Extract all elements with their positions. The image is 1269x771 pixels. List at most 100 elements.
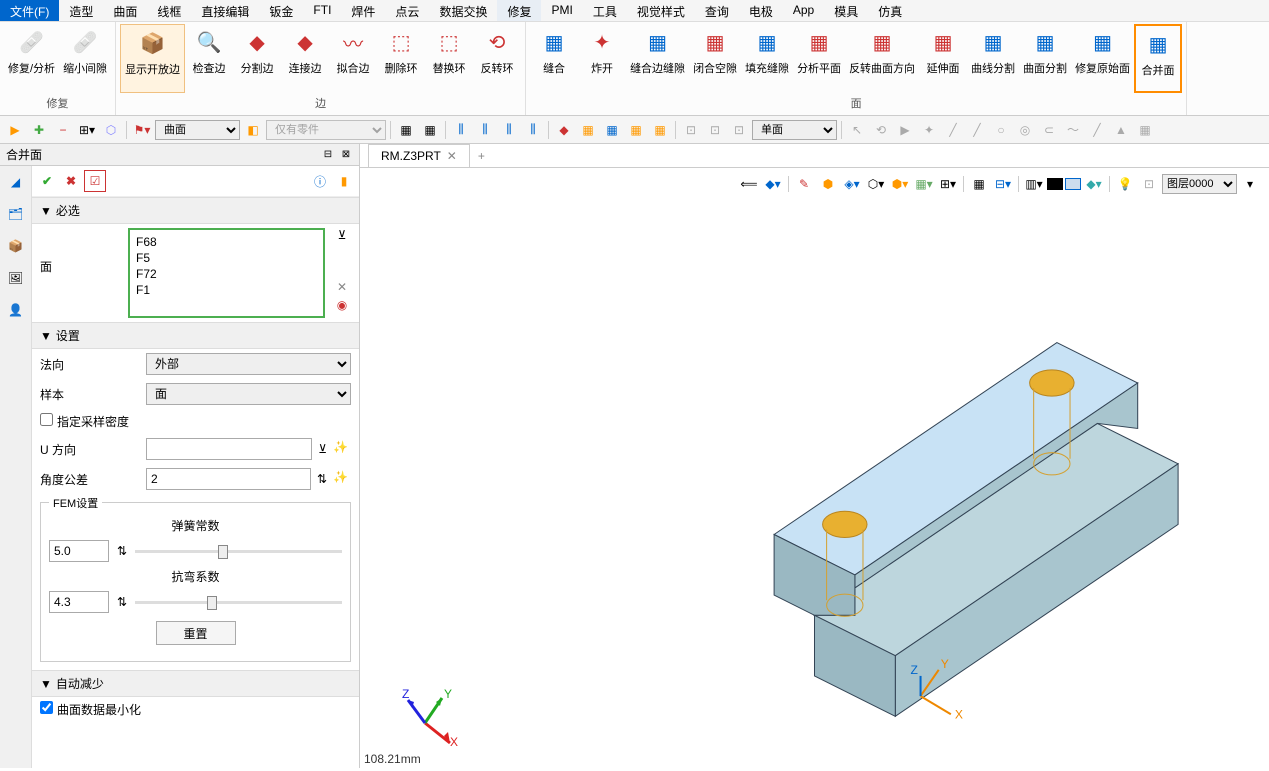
ribbon-闭合空隙[interactable]: ▦闭合空隙: [689, 24, 741, 93]
view-icon[interactable]: ▦▾: [913, 174, 935, 194]
tool-icon[interactable]: ▦: [625, 119, 647, 141]
list-item[interactable]: F68: [136, 234, 317, 250]
menu-item[interactable]: 直接编辑: [191, 0, 259, 21]
layer-select[interactable]: 图层0000: [1162, 174, 1237, 194]
menu-item[interactable]: 视觉样式: [627, 0, 695, 21]
view-icon[interactable]: ⬢: [817, 174, 839, 194]
menu-item[interactable]: 线框: [147, 0, 191, 21]
tool-icon[interactable]: ╱: [966, 119, 988, 141]
menu-item-active[interactable]: 修复: [497, 0, 541, 21]
menu-item[interactable]: 焊件: [341, 0, 385, 21]
minimize-icon[interactable]: ⊟: [321, 148, 335, 162]
spinner-icon[interactable]: ⇅: [117, 595, 127, 609]
bend-input[interactable]: [49, 591, 109, 613]
list-item[interactable]: F1: [136, 282, 317, 298]
tool-icon[interactable]: ▲: [1110, 119, 1132, 141]
minimize-checkbox[interactable]: 曲面数据最小化: [40, 701, 141, 718]
ribbon-修复/分析[interactable]: 🩹修复/分析: [4, 24, 59, 93]
ribbon-连接边[interactable]: ◆连接边: [281, 24, 329, 93]
tool-icon[interactable]: ▦: [1134, 119, 1156, 141]
menu-item[interactable]: 曲面: [103, 0, 147, 21]
reset-button[interactable]: 重置: [156, 621, 236, 645]
ribbon-延伸面[interactable]: ▦延伸面: [919, 24, 967, 93]
view-triad[interactable]: X Y Z: [400, 688, 460, 748]
tool-icon[interactable]: ○: [990, 119, 1012, 141]
wand-icon[interactable]: ✨: [333, 440, 351, 458]
ribbon-曲线分割[interactable]: ▦曲线分割: [967, 24, 1019, 93]
section-auto[interactable]: ▼ 自动减少: [32, 670, 359, 697]
ribbon-合并面[interactable]: ▦合并面: [1134, 24, 1182, 93]
view-icon[interactable]: ⬢▾: [889, 174, 911, 194]
layer-icon[interactable]: ⊡: [1138, 174, 1160, 194]
cube-icon[interactable]: ◧: [242, 119, 264, 141]
color-swatch[interactable]: [1047, 178, 1063, 190]
ok-icon[interactable]: ✔: [36, 170, 58, 192]
tool-icon[interactable]: ⟲: [870, 119, 892, 141]
ribbon-分割边[interactable]: ◆分割边: [233, 24, 281, 93]
wand-icon[interactable]: ✨: [333, 470, 351, 488]
face-list[interactable]: F68F5F72F1: [128, 228, 325, 318]
tool-icon[interactable]: ╱: [1086, 119, 1108, 141]
info-icon[interactable]: ⓘ: [309, 170, 331, 192]
tool-icon[interactable]: ▦: [419, 119, 441, 141]
angle-input[interactable]: [146, 468, 311, 490]
list-item[interactable]: F5: [136, 250, 317, 266]
view-icon[interactable]: ◆▾: [1083, 174, 1105, 194]
3d-canvas[interactable]: X Y Z: [360, 200, 1269, 768]
spinner-icon[interactable]: ⇅: [317, 472, 327, 486]
tool-icon[interactable]: 〜: [1062, 119, 1084, 141]
delete-icon[interactable]: ✕: [337, 280, 347, 294]
tool-icon[interactable]: ▦: [649, 119, 671, 141]
help-icon[interactable]: ▮: [333, 170, 355, 192]
menu-item[interactable]: 点云: [385, 0, 429, 21]
close-icon[interactable]: ⊠: [339, 148, 353, 162]
tool-icon[interactable]: ◎: [1014, 119, 1036, 141]
ribbon-填充缝隙[interactable]: ▦填充缝隙: [741, 24, 793, 93]
surface-icon[interactable]: ◢: [4, 170, 28, 194]
tool-icon[interactable]: ◆: [553, 119, 575, 141]
ribbon-曲面分割[interactable]: ▦曲面分割: [1019, 24, 1071, 93]
menu-item[interactable]: 仿真: [868, 0, 912, 21]
tool-icon[interactable]: ⊡: [680, 119, 702, 141]
tool-icon[interactable]: ⊡: [704, 119, 726, 141]
user-icon[interactable]: 👤: [4, 298, 28, 322]
view-icon[interactable]: ⊟▾: [992, 174, 1014, 194]
spinner-icon[interactable]: ⇅: [117, 544, 127, 558]
add-icon[interactable]: ✚: [28, 119, 50, 141]
udir-input[interactable]: [146, 438, 312, 460]
section-settings[interactable]: ▼ 设置: [32, 322, 359, 349]
ribbon-炸开[interactable]: ✦炸开: [578, 24, 626, 93]
ribbon-反转曲面方向[interactable]: ▦反转曲面方向: [845, 24, 919, 93]
hex-icon[interactable]: ⬡: [100, 119, 122, 141]
pick-icon[interactable]: ◉: [337, 298, 347, 312]
expand-icon[interactable]: ⊞▾: [76, 119, 98, 141]
menu-item[interactable]: FTI: [303, 0, 341, 21]
view-icon[interactable]: ⟸: [738, 174, 760, 194]
tool-icon[interactable]: ⊂: [1038, 119, 1060, 141]
document-tab[interactable]: RM.Z3PRT ✕: [368, 144, 470, 167]
tool-icon[interactable]: ▦: [395, 119, 417, 141]
menu-item[interactable]: PMI: [541, 0, 582, 21]
expand-up-icon[interactable]: ⊻: [338, 228, 347, 242]
close-icon[interactable]: ✕: [447, 149, 457, 163]
dropdown-icon[interactable]: ▾: [1239, 174, 1261, 194]
view-icon[interactable]: ▦: [968, 174, 990, 194]
ribbon-缝合边缝隙[interactable]: ▦缝合边缝隙: [626, 24, 689, 93]
section-required[interactable]: ▼ 必选: [32, 197, 359, 224]
menu-item[interactable]: App: [783, 0, 824, 21]
tool-icon[interactable]: ╱: [942, 119, 964, 141]
tree-icon[interactable]: 🗂: [4, 202, 28, 226]
ribbon-拟合边[interactable]: 〰拟合边: [329, 24, 377, 93]
view-icon[interactable]: ▥▾: [1023, 174, 1045, 194]
add-tab-button[interactable]: +: [470, 145, 493, 167]
ribbon-修复原始面[interactable]: ▦修复原始面: [1071, 24, 1134, 93]
flag-icon[interactable]: ⚑▾: [131, 119, 153, 141]
apply-icon[interactable]: ☑: [84, 170, 106, 192]
bulb-icon[interactable]: 💡: [1114, 174, 1136, 194]
ribbon-替换环[interactable]: ⬚替换环: [425, 24, 473, 93]
normal-select[interactable]: 外部: [146, 353, 351, 375]
tool-icon[interactable]: ⫼: [498, 119, 520, 141]
menu-item[interactable]: 电极: [739, 0, 783, 21]
menu-item[interactable]: 造型: [59, 0, 103, 21]
ribbon-删除环[interactable]: ⬚删除环: [377, 24, 425, 93]
